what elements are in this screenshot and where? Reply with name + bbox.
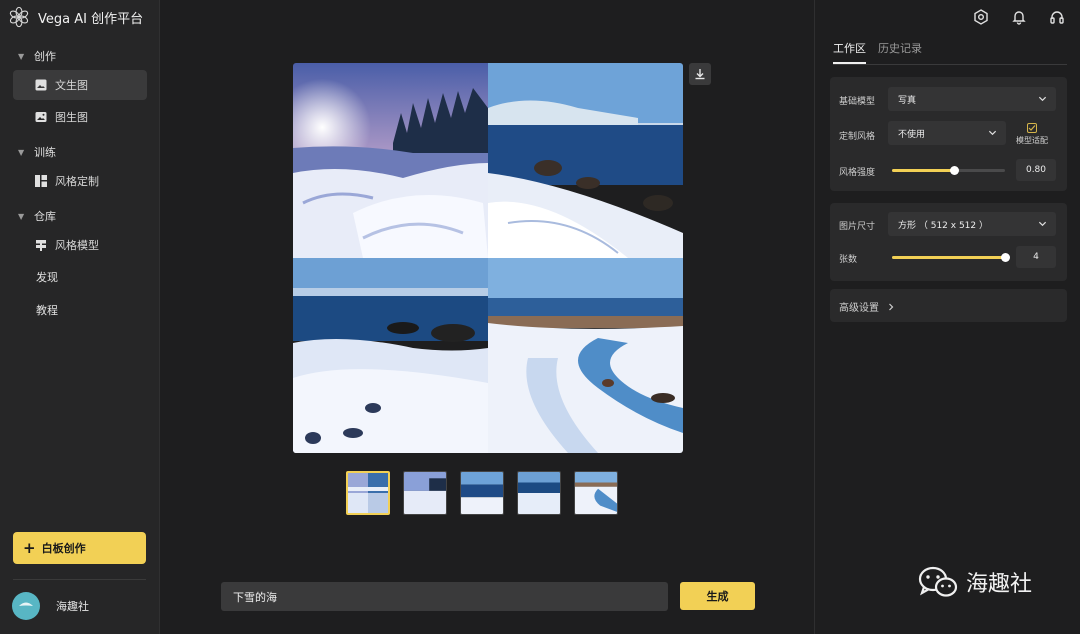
slider-knob[interactable]	[950, 166, 960, 175]
generate-button[interactable]: 生成	[680, 582, 755, 610]
caret-down-icon: ▼	[18, 211, 25, 221]
nav-section-repo[interactable]: ▼ 仓库	[0, 204, 160, 228]
app-title: Vega AI 创作平台	[38, 11, 144, 27]
nav-section-create[interactable]: ▼ 创作	[0, 44, 160, 68]
thumbnail-image-2[interactable]	[460, 471, 504, 515]
sidebar-item-label: 文生图	[55, 79, 88, 92]
chevron-down-icon	[988, 130, 997, 136]
whiteboard-create-button[interactable]: + 白板创作	[13, 532, 146, 564]
sidebar-item-image-to-image[interactable]: 图生图	[13, 102, 147, 132]
nav-section-label: 训练	[34, 146, 56, 159]
sidebar-item-label: 图生图	[55, 111, 88, 124]
signpost-icon	[35, 239, 47, 251]
download-icon	[695, 69, 705, 80]
sidebar-nav: ▼ 创作 文生图 图生图 ▼ 训练 风格定制 ▼ 仓库 风格模型 发现 教程	[0, 44, 160, 325]
slider-knob[interactable]	[1001, 253, 1010, 262]
thumbnail-image-4[interactable]	[574, 471, 618, 515]
custom-style-select[interactable]: 不使用	[888, 121, 1006, 145]
brand[interactable]: Vega AI 创作平台	[8, 6, 143, 28]
base-model-value: 写真	[898, 95, 917, 106]
chevron-down-icon	[1038, 96, 1047, 102]
nav-section-label: 创作	[34, 50, 56, 63]
generated-image-3[interactable]	[293, 258, 488, 453]
layout-blocks-icon	[35, 175, 47, 187]
whiteboard-create-label: 白板创作	[41, 542, 86, 555]
count-label: 张数	[839, 255, 858, 265]
count-value[interactable]: 4	[1016, 246, 1056, 268]
advanced-settings-label: 高级设置	[839, 303, 879, 314]
username: 海趣社	[56, 600, 89, 613]
image-size-value: 方形 （ 512 x 512 ）	[898, 220, 988, 231]
chevron-down-icon	[1038, 221, 1047, 227]
generated-image-4[interactable]	[488, 258, 683, 453]
caret-down-icon: ▼	[18, 147, 25, 157]
nav-section-train[interactable]: ▼ 训练	[0, 140, 160, 164]
base-model-select[interactable]: 写真	[888, 87, 1056, 111]
advanced-settings-row: 高级设置	[839, 299, 895, 314]
picture-icon	[35, 111, 47, 123]
sidebar-item-style-custom[interactable]: 风格定制	[13, 166, 147, 196]
count-slider[interactable]	[892, 253, 1010, 262]
style-strength-label: 风格强度	[839, 168, 876, 178]
tab-history[interactable]: 历史记录	[878, 40, 922, 64]
wechat-watermark: 海趣社	[918, 566, 1032, 598]
watermark-text: 海趣社	[966, 572, 1033, 597]
download-button[interactable]	[689, 63, 711, 85]
generated-image-grid[interactable]	[293, 63, 683, 453]
sidebar-item-label: 风格模型	[55, 239, 99, 252]
panel-tabs: 工作区 历史记录	[833, 40, 1067, 65]
thumbnail-grid[interactable]	[346, 471, 390, 515]
image-icon	[35, 79, 47, 91]
model-fit-label: 模型适配	[1016, 136, 1048, 145]
chevron-right-icon	[889, 303, 894, 310]
wechat-icon	[918, 566, 958, 597]
thumbnail-strip	[346, 471, 618, 515]
sidebar-item-style-model[interactable]: 风格模型	[13, 230, 147, 260]
generated-image-2[interactable]	[488, 63, 683, 258]
slider-fill	[892, 256, 1005, 259]
sidebar-item-text-to-image[interactable]: 文生图	[13, 70, 147, 100]
sidebar-item-discover[interactable]: 发现	[0, 262, 160, 292]
size-settings-card: 图片尺寸 方形 （ 512 x 512 ） 张数 4	[830, 203, 1067, 281]
generated-image-1[interactable]	[293, 63, 488, 258]
advanced-settings-toggle[interactable]: 高级设置	[830, 289, 1067, 322]
divider	[13, 579, 146, 580]
sidebar-item-label: 风格定制	[55, 175, 99, 188]
nav-section-label: 仓库	[34, 210, 56, 223]
sidebar-item-tutorial[interactable]: 教程	[0, 295, 160, 325]
caret-down-icon: ▼	[18, 51, 25, 61]
model-fit-toggle[interactable]: 模型适配	[1016, 123, 1048, 146]
image-size-label: 图片尺寸	[839, 222, 876, 232]
image-size-select[interactable]: 方形 （ 512 x 512 ）	[888, 212, 1056, 236]
base-model-label: 基础模型	[839, 97, 876, 107]
sidebar: Vega AI 创作平台 ▼ 创作 文生图 图生图 ▼ 训练 风格定制 ▼ 仓库…	[0, 0, 160, 634]
style-strength-value[interactable]: 0.80	[1016, 159, 1056, 181]
slider-fill	[892, 169, 955, 172]
custom-style-label: 定制风格	[839, 132, 876, 142]
avatar	[12, 592, 40, 620]
thumbnail-image-1[interactable]	[403, 471, 447, 515]
flower-logo-icon	[9, 6, 29, 28]
plus-icon: +	[23, 539, 36, 557]
model-settings-card: 基础模型 写真 定制风格 不使用 模型适配 风格强度 0.80	[830, 77, 1067, 191]
custom-style-value: 不使用	[898, 129, 926, 140]
checkbox-icon	[1027, 123, 1037, 133]
thumbnail-image-3[interactable]	[517, 471, 561, 515]
tab-workspace[interactable]: 工作区	[833, 40, 866, 64]
style-strength-slider[interactable]	[892, 166, 1005, 175]
prompt-input[interactable]: 下雪的海	[221, 582, 668, 611]
user-profile[interactable]: 海趣社	[12, 592, 89, 620]
